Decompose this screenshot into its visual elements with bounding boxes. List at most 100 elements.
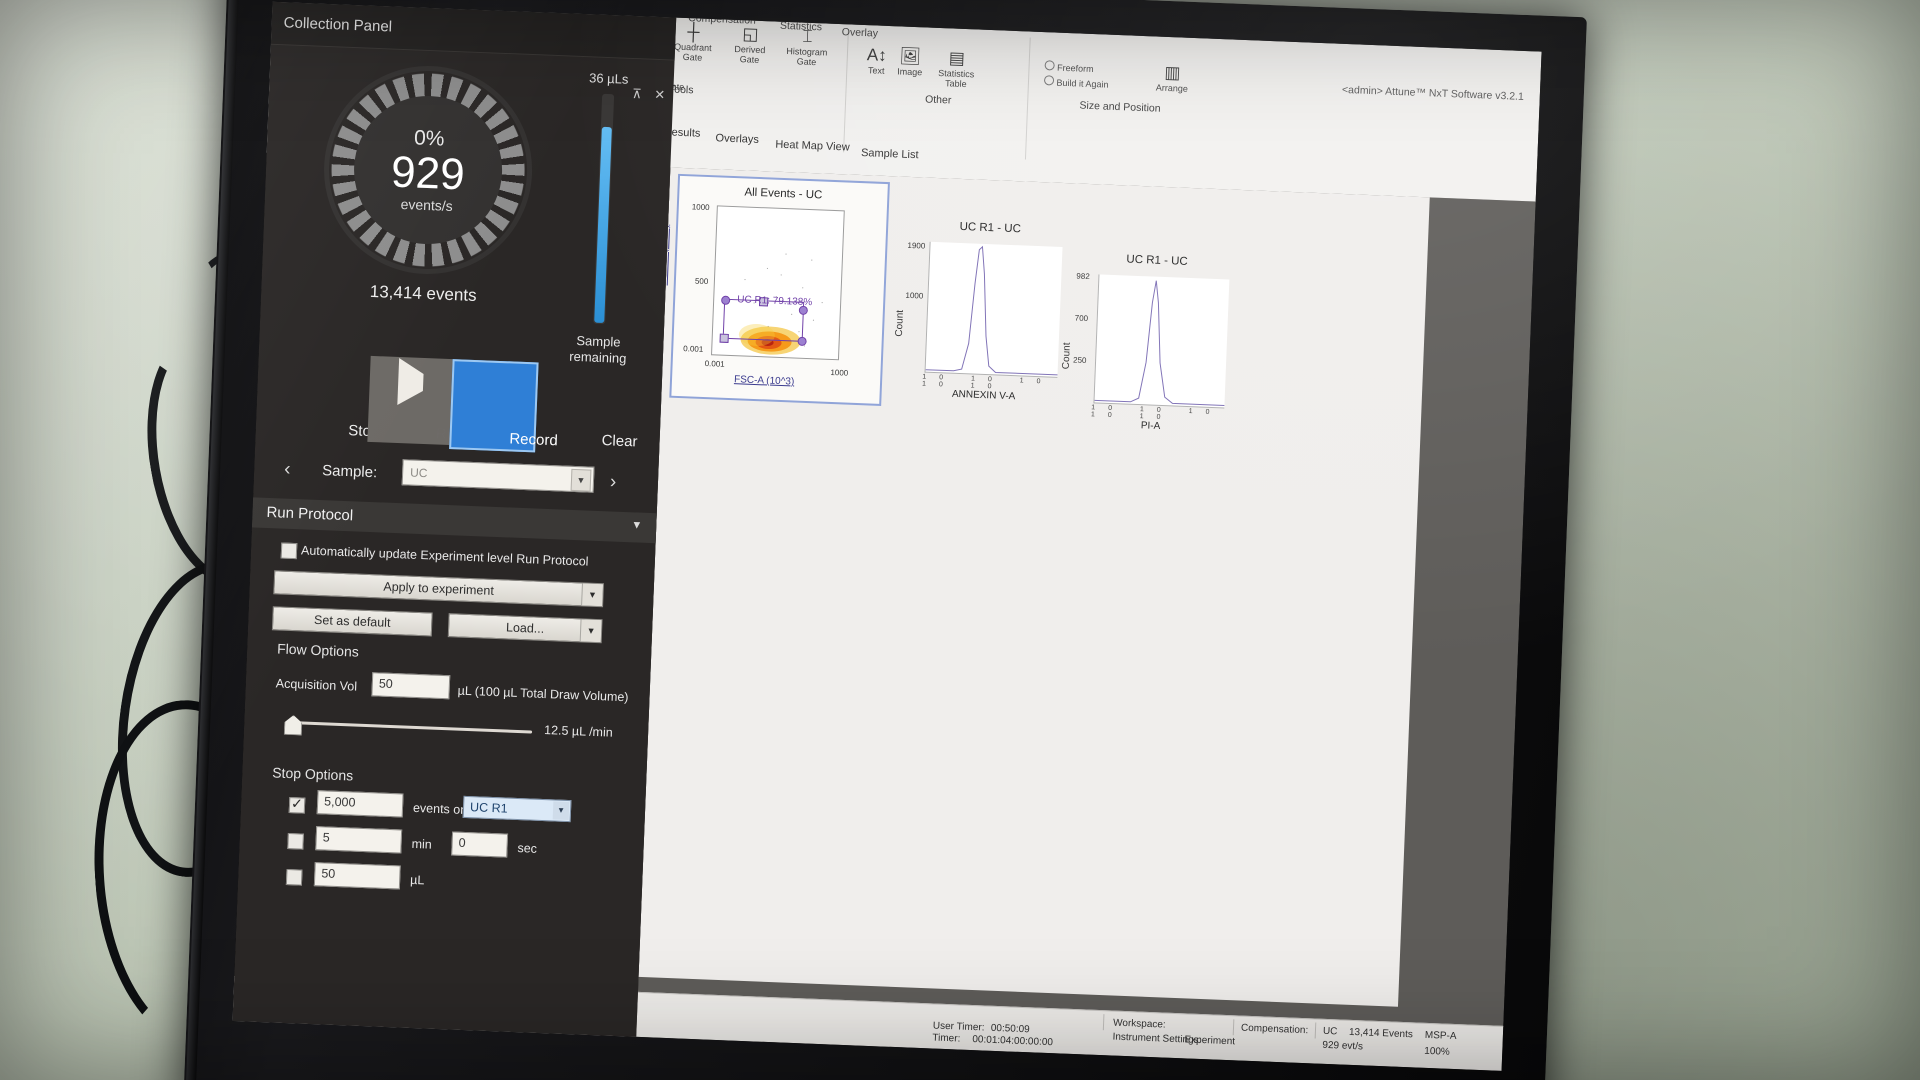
chevron-down-icon[interactable]: ▼ — [631, 519, 642, 531]
screen: <admin> Attune™ NxT Software v3.2.1 ▦ Sc… — [232, 1, 1542, 1071]
record-button[interactable]: Record — [449, 359, 558, 453]
stop-time-min-value: 5 — [322, 830, 331, 845]
acquisition-vol-label: Acquisition Vol — [275, 676, 358, 694]
status-sample-name: UC — [1322, 1025, 1338, 1038]
plot-3-ylabel[interactable]: Count — [1061, 342, 1073, 369]
flow-rate-slider-track[interactable] — [288, 720, 533, 734]
plot-1-xlabel[interactable]: FSC-A (10^3) — [734, 374, 795, 387]
stop-options-title: Stop Options — [271, 764, 354, 784]
stop-events-unit: events on — [412, 800, 468, 818]
status-msp: MSP-A — [1424, 1029, 1457, 1043]
status-timer: 00:01:04:00:00:00 — [972, 1034, 1054, 1049]
stop-events-checkbox[interactable] — [288, 797, 306, 814]
sample-remaining-indicator: 36 µLs Sample remaining — [555, 69, 653, 367]
plot-2-ylabel[interactable]: Count — [894, 310, 906, 337]
ribbon-group-label-other: Other — [924, 93, 952, 107]
tab-overlays[interactable]: Overlays — [707, 129, 767, 149]
load-label: Load... — [505, 620, 545, 636]
flow-rate-slider-knob[interactable] — [284, 715, 303, 736]
stop-button[interactable]: Stop — [281, 353, 380, 442]
stop-time-min-unit: min — [411, 836, 433, 852]
chevron-left-icon[interactable]: ‹ — [284, 459, 291, 481]
status-workspace-label: Workspace: — [1112, 1017, 1166, 1031]
grid-radio[interactable]: Build it Again — [1043, 75, 1109, 90]
event-rate-gauge: 0% 929 events/s — [320, 62, 537, 279]
load-button[interactable]: Load... ▼ — [447, 613, 603, 644]
stop-events-input[interactable]: 5,000 — [316, 790, 404, 818]
chevron-down-icon[interactable]: ▼ — [570, 468, 592, 492]
image-icon[interactable]: 🖼 Image — [897, 46, 923, 77]
apply-to-experiment-button[interactable]: Apply to experiment ▼ — [273, 570, 604, 608]
run-button[interactable]: Run — [367, 355, 464, 446]
collection-panel-title: Collection Panel — [283, 14, 393, 36]
stop-events-value: 5,000 — [323, 794, 356, 810]
workspace-canvas: All Events - UC SSC-A (10^3) 1000 500 0.… — [638, 167, 1430, 1007]
gate-handle-4[interactable] — [719, 333, 729, 343]
auto-update-checkbox[interactable] — [280, 542, 298, 560]
plot-pi-histogram[interactable]: UC R1 - UC Count 982 700 250 10 10 10 10… — [1060, 251, 1247, 444]
experiment-workspace: All Events - UC SSC-A (10^3) 1000 500 0.… — [636, 167, 1536, 1071]
volume-tube — [593, 93, 615, 325]
acquisition-vol-value: 50 — [378, 676, 394, 692]
ribbon-group-size-position: Freeform Build it Again ▥ Arrange Size a… — [1035, 34, 1208, 119]
plot-all-events-uc[interactable]: All Events - UC SSC-A (10^3) 1000 500 0.… — [658, 173, 890, 406]
acquisition-controls: Stop Run Record Clear — [281, 353, 640, 453]
quadrant-gate-icon[interactable]: ┼ Quadrant Gate — [669, 21, 717, 63]
plot-3-ytick-max: 982 — [1076, 271, 1090, 282]
plot-3-canvas — [1093, 274, 1230, 409]
arrange-icon[interactable]: ▥ Arrange — [1156, 63, 1189, 94]
chevron-right-icon[interactable]: › — [610, 471, 617, 493]
plot-2-ytick-mid: 1000 — [905, 290, 924, 301]
plot-3-title: UC R1 - UC — [1126, 253, 1188, 268]
acquisition-vol-suffix: µL (100 µL Total Draw Volume) — [457, 683, 629, 705]
status-zoom: 100% — [1424, 1045, 1451, 1058]
acquisition-vol-input[interactable]: 50 — [371, 672, 451, 700]
run-protocol-title: Run Protocol — [266, 503, 354, 525]
plot-1-canvas — [711, 205, 845, 361]
status-user-timer-label: User Timer: — [932, 1020, 985, 1034]
chevron-down-icon[interactable]: ▼ — [581, 583, 603, 607]
sample-label: Sample: — [321, 462, 378, 482]
plot-3-ytick-low: 250 — [1072, 355, 1087, 366]
set-as-default-button[interactable]: Set as default — [271, 606, 433, 637]
sample-input[interactable]: UC ▼ — [401, 459, 595, 493]
stop-volume-input[interactable]: 50 — [313, 862, 401, 890]
ribbon-tab-overlay[interactable]: Overlay — [842, 26, 879, 39]
chevron-down-icon[interactable]: ▼ — [552, 801, 570, 821]
stop-time-min-input[interactable]: 5 — [315, 826, 403, 854]
run-protocol-header[interactable]: Run Protocol ▼ — [251, 497, 657, 544]
ribbon-group-other: A↕ Text 🖼 Image ▤ Statistics Table Other — [853, 27, 1026, 112]
text-icon[interactable]: A↕ Text — [866, 45, 888, 76]
sample-value: UC — [409, 465, 428, 481]
chevron-down-icon[interactable]: ▼ — [579, 619, 602, 643]
status-divider-3 — [1314, 1022, 1317, 1039]
tab-sample-list[interactable]: Sample List — [853, 144, 927, 165]
plot-1-ytick-min: 0.001 — [683, 344, 704, 354]
tab-heat-map-view[interactable]: Heat Map View — [767, 135, 858, 157]
stop-events-target-combo[interactable]: UC R1 ▼ — [462, 795, 572, 823]
status-divider-1 — [1102, 1014, 1105, 1031]
stop-time-sec-value: 0 — [458, 835, 466, 851]
stop-time-sec-input[interactable]: 0 — [451, 831, 509, 858]
stop-time-checkbox[interactable] — [287, 833, 304, 850]
sample-selector: ‹ Sample: UC ▼ › — [284, 455, 635, 501]
stop-volume-value: 50 — [321, 866, 336, 881]
clear-button[interactable]: Clear — [537, 363, 637, 452]
close-icon[interactable]: ✕ — [654, 87, 665, 102]
stop-volume-checkbox[interactable] — [285, 868, 303, 886]
plot-2-canvas — [924, 241, 1063, 378]
total-events: 13,414 events — [369, 281, 477, 306]
plot-1-xtick-max: 1000 — [830, 367, 849, 378]
freeform-radio[interactable]: Freeform — [1044, 60, 1109, 75]
plot-1-xtick-min: 0.001 — [704, 359, 725, 369]
photo-of-monitor: <admin> Attune™ NxT Software v3.2.1 ▦ Sc… — [0, 0, 1920, 1080]
flow-options-title: Flow Options — [276, 640, 360, 660]
play-triangle-icon — [397, 358, 425, 406]
user-tag: <admin> Attune™ NxT Software v3.2.1 — [1341, 83, 1525, 103]
gauge-rate-unit: events/s — [400, 195, 454, 215]
volume-fill — [594, 126, 612, 324]
derived-gate-icon[interactable]: ◱ Derived Gate — [726, 24, 774, 66]
status-compensation-label: Compensation: — [1240, 1022, 1309, 1037]
statistics-table-icon[interactable]: ▤ Statistics Table — [933, 48, 981, 90]
plot-annexin-histogram[interactable]: UC R1 - UC Count 1900 1000 10 10 10 10 1… — [893, 219, 1080, 412]
